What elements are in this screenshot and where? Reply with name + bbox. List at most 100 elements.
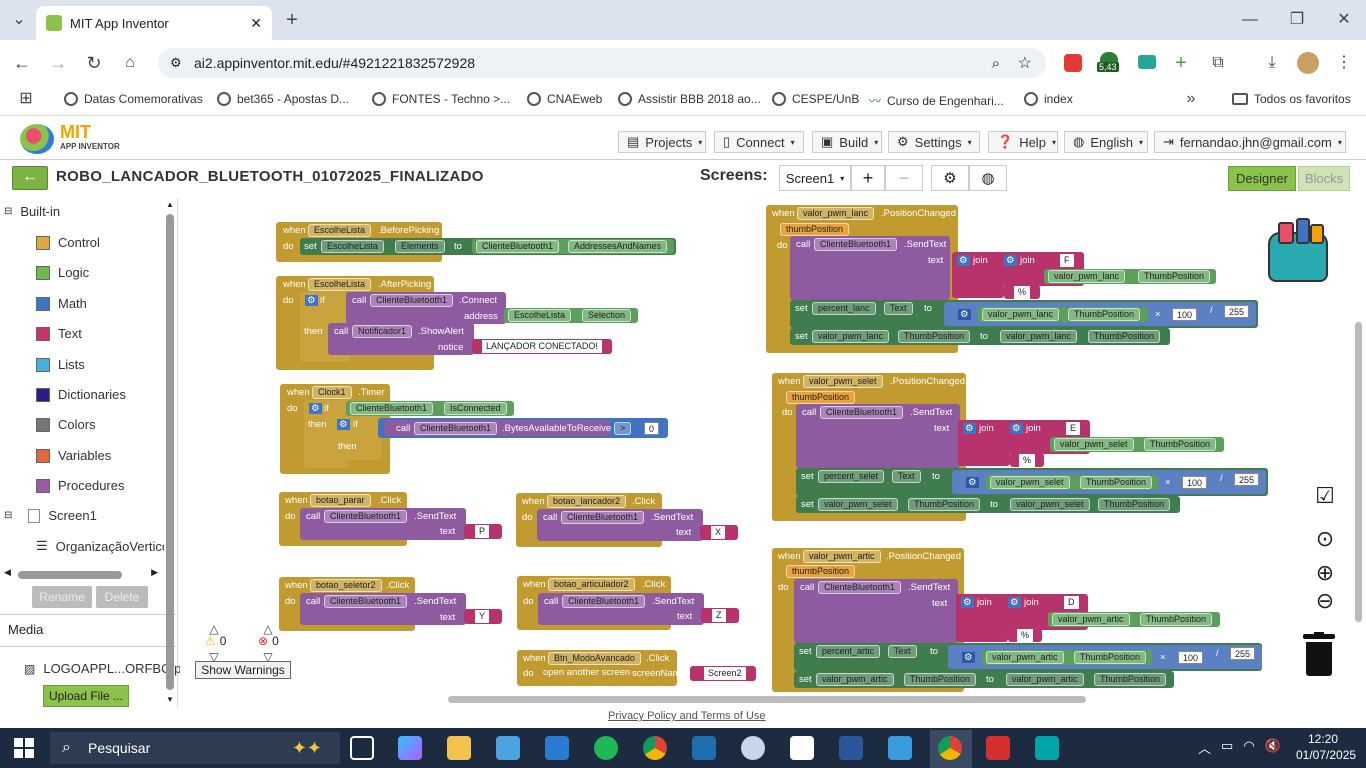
component-dropdown[interactable]: ClienteBluetooth1	[476, 240, 560, 253]
browser-menu-icon[interactable]: ⋮	[1332, 52, 1356, 74]
property-dropdown[interactable]: ThumbPosition	[1098, 498, 1171, 511]
mutator-icon[interactable]: ⚙	[1010, 423, 1023, 434]
component-dropdown[interactable]: valor_pwm_artic	[803, 550, 881, 563]
category-variables[interactable]: Variables	[36, 448, 111, 463]
property-dropdown[interactable]: Text	[884, 302, 913, 315]
extensions-puzzle-icon[interactable]: ⧉	[1206, 52, 1230, 74]
component-dropdown[interactable]: valor_pwm_lanc	[982, 308, 1060, 321]
property-dropdown[interactable]: Text	[888, 645, 917, 658]
text-value[interactable]: Screen2	[704, 667, 746, 680]
text-value[interactable]: %	[1017, 629, 1034, 642]
text-value[interactable]: F	[1060, 254, 1074, 267]
extension-teal-icon[interactable]	[1138, 55, 1156, 69]
home-icon[interactable]: ⌂	[118, 52, 142, 74]
alert-text-value[interactable]: LANÇADOR CONECTADO!	[482, 340, 602, 353]
property-dropdown[interactable]: Text	[892, 470, 921, 483]
account-menu[interactable]: ⇥ fernandao.jhn@gmail.com ▾	[1154, 131, 1346, 153]
component-dropdown[interactable]: EscolheLista	[508, 309, 572, 322]
category-text[interactable]: Text	[36, 326, 82, 341]
clock[interactable]: 12:20 01/07/2025	[1296, 732, 1356, 762]
bookmark-7[interactable]: index	[1024, 92, 1073, 106]
designer-button[interactable]: Designer	[1228, 166, 1296, 191]
component-dropdown[interactable]: ClienteBluetooth1	[562, 595, 646, 608]
property-dropdown[interactable]: ThumbPosition	[1140, 613, 1213, 626]
mutator-icon[interactable]: ⚙	[961, 597, 974, 608]
parameter-thumbposition[interactable]: thumbPosition	[786, 565, 856, 578]
component-dropdown[interactable]: EscolheLista	[321, 240, 385, 253]
number-value[interactable]: 255	[1230, 647, 1256, 660]
property-dropdown[interactable]: ThumbPosition	[1138, 270, 1211, 283]
number-value[interactable]: 255	[1234, 473, 1260, 486]
new-tab-icon[interactable]: +	[280, 9, 304, 31]
palette-hscrollbar[interactable]: ◀ ▶	[4, 567, 158, 580]
operator-dropdown[interactable]: >	[614, 422, 632, 435]
mutator-icon[interactable]: ⚙	[1008, 597, 1021, 608]
close-tab-icon[interactable]: ✕	[250, 15, 262, 32]
property-dropdown[interactable]: AddressesAndNames	[568, 240, 668, 253]
arduino-icon[interactable]	[1035, 736, 1059, 760]
component-dropdown[interactable]: ClienteBluetooth1	[820, 406, 904, 419]
tab-list-icon[interactable]: ⌄	[8, 9, 30, 31]
property-dropdown[interactable]: ThumbPosition	[1080, 476, 1153, 489]
blocks-button[interactable]: Blocks	[1298, 166, 1350, 191]
downloads-icon[interactable]: ⤓	[1260, 52, 1284, 74]
component-dropdown[interactable]: Btn_ModoAvancado	[548, 652, 641, 665]
text-value[interactable]: %	[1014, 286, 1031, 299]
parameter-thumbposition[interactable]: thumbPosition	[786, 391, 856, 404]
text-value[interactable]: E	[1066, 422, 1081, 435]
bookmark-5[interactable]: CESPE/UnB	[772, 92, 859, 106]
projects-menu[interactable]: ▤ Projects ▾	[618, 131, 706, 153]
bookmark-6[interactable]: 〰 Curso de Engenhari...	[869, 92, 1004, 109]
text-value[interactable]: Y	[475, 610, 490, 623]
mutator-icon[interactable]: ⚙	[962, 652, 975, 663]
remove-screen-button[interactable]: −	[885, 165, 923, 191]
bookmark-3[interactable]: CNAEweb	[527, 92, 602, 106]
delete-button[interactable]: Delete	[96, 586, 148, 608]
cleanup-checkbox-icon[interactable]: ☑	[1312, 485, 1338, 507]
component-dropdown[interactable]: valor_pwm_lanc	[1000, 330, 1078, 343]
property-dropdown[interactable]: Elements	[395, 240, 445, 253]
acrobat-icon[interactable]	[986, 736, 1010, 760]
mutator-icon[interactable]: ⚙	[966, 477, 979, 488]
file-explorer-icon[interactable]	[447, 736, 471, 760]
bookmark-1[interactable]: bet365 - Apostas D...	[217, 92, 349, 106]
component-dropdown[interactable]: valor_pwm_artic	[986, 651, 1064, 664]
component-dropdown[interactable]: botao_seletor2	[310, 579, 382, 592]
component-dropdown[interactable]: valor_pwm_lanc	[1048, 270, 1126, 283]
category-math[interactable]: Math	[36, 296, 87, 311]
property-dropdown[interactable]: ThumbPosition	[908, 498, 981, 511]
component-dropdown[interactable]: botao_parar	[310, 494, 371, 507]
number-value[interactable]: 100	[1182, 476, 1208, 489]
component-dropdown[interactable]: ClienteBluetooth1	[324, 510, 408, 523]
project-properties-button[interactable]: ⚙	[931, 165, 969, 191]
component-dropdown[interactable]: percent_artic	[816, 645, 881, 658]
spotify-icon[interactable]	[594, 736, 618, 760]
org-node[interactable]: ☰ OrganizaçãoVertico	[36, 538, 164, 554]
property-dropdown[interactable]: ThumbPosition	[1074, 651, 1147, 664]
site-info-icon[interactable]: ⚙	[170, 55, 182, 71]
extension-badge-icon[interactable]: 5,43	[1097, 52, 1123, 76]
component-dropdown[interactable]: valor_pwm_selet	[990, 476, 1070, 489]
component-dropdown[interactable]: botao_articulador2	[548, 578, 635, 591]
component-dropdown[interactable]: valor_pwm_artic	[1006, 673, 1084, 686]
category-lists[interactable]: Lists	[36, 357, 85, 372]
text-value[interactable]: %	[1019, 454, 1036, 467]
component-dropdown[interactable]: valor_pwm_lanc	[812, 330, 890, 343]
component-dropdown[interactable]: valor_pwm_lanc	[797, 207, 875, 220]
component-dropdown[interactable]: valor_pwm_artic	[1052, 613, 1130, 626]
close-window-icon[interactable]: ✕	[1332, 9, 1356, 31]
text-value[interactable]: P	[475, 525, 490, 538]
number-value[interactable]: 255	[1224, 305, 1250, 318]
number-value[interactable]: 0	[644, 422, 660, 435]
component-dropdown[interactable]: ClienteBluetooth1	[818, 581, 902, 594]
property-dropdown[interactable]: ThumbPosition	[1144, 438, 1217, 451]
app-icon-blue[interactable]	[496, 736, 520, 760]
builtin-node[interactable]: ⊟ Built-in	[4, 204, 60, 219]
forward-icon[interactable]: →	[46, 52, 70, 74]
mutator-icon[interactable]: ⚙	[958, 309, 971, 320]
chrome-icon[interactable]	[643, 736, 667, 760]
word-icon[interactable]	[839, 736, 863, 760]
text-value[interactable]: D	[1064, 596, 1079, 609]
property-dropdown[interactable]: ThumbPosition	[1068, 308, 1141, 321]
photos-icon[interactable]	[888, 736, 912, 760]
